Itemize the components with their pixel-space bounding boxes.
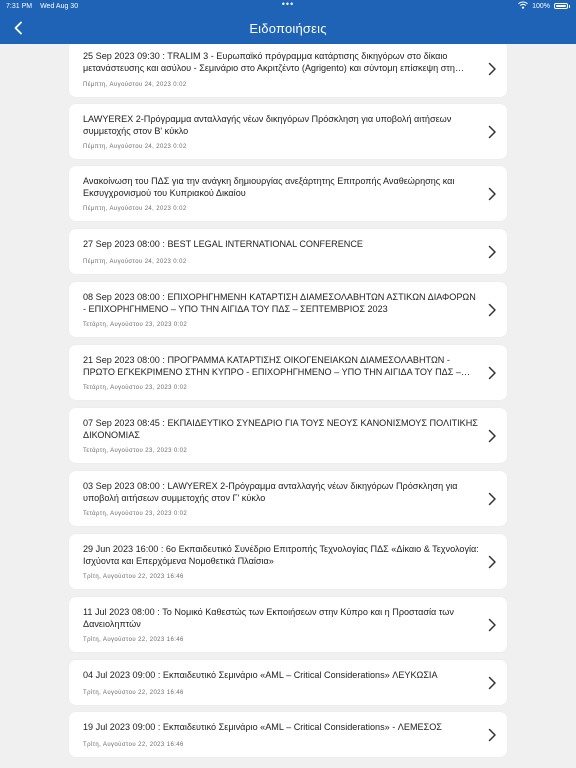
notification-item[interactable]: 25 Sep 2023 09:30 : TRALIM 3 - Ευρωπαϊκό…	[69, 44, 507, 97]
notification-title: 19 Jul 2023 09:00 : Εκπαιδευτικό Σεμινάρ…	[83, 722, 442, 732]
page-title: Ειδοποιήσεις	[249, 20, 327, 36]
wifi-icon	[518, 1, 528, 11]
notification-item[interactable]: Ανακοίνωση του ΠΔΣ για την ανάγκη δημιου…	[69, 166, 507, 221]
multitasking-dots[interactable]: •••	[282, 0, 294, 9]
battery-tip	[569, 4, 570, 8]
notification-date: Πέμπτη, Αυγούστου 24, 2023 0:02	[83, 144, 187, 150]
chevron-right-icon	[488, 429, 496, 442]
notification-date: Τετάρτη, Αυγούστου 23, 2023 0:02	[83, 322, 188, 328]
notification-title: LAWYEREX 2-Πρόγραμμα ανταλλαγής νέων δικ…	[83, 114, 452, 136]
notification-title: Ανακοίνωση του ΠΔΣ για την ανάγκη δημιου…	[83, 176, 455, 198]
notification-title: 11 Jul 2023 08:00 : Το Νομικό Καθεστώς τ…	[83, 607, 454, 629]
chevron-right-icon	[488, 555, 496, 568]
notification-date: Τετάρτη, Αυγούστου 23, 2023 0:02	[83, 448, 188, 454]
notification-item[interactable]: LAWYEREX 2-Πρόγραμμα ανταλλαγής νέων δικ…	[69, 104, 507, 159]
chevron-right-icon	[488, 187, 496, 200]
notification-item[interactable]: 19 Jul 2023 09:00 : Εκπαιδευτικό Σεμινάρ…	[69, 712, 507, 757]
chevron-right-icon	[488, 303, 496, 316]
chevron-right-icon	[488, 492, 496, 505]
status-date: Wed Aug 30	[40, 2, 79, 10]
notification-title: 03 Sep 2023 08:00 : LAWYEREX 2-Πρόγραμμα…	[83, 481, 458, 503]
notification-title: 07 Sep 2023 08:45 : ΕΚΠΑΙΔΕΥΤΙΚΟ ΣΥΝΕΔΡΙ…	[83, 418, 478, 440]
notification-title: 21 Sep 2023 08:00 : ΠΡΟΓΡΑΜΜΑ ΚΑΤΑΡΤΙΣΗΣ…	[83, 355, 461, 377]
notification-item[interactable]: 21 Sep 2023 08:00 : ΠΡΟΓΡΑΜΜΑ ΚΑΤΑΡΤΙΣΗΣ…	[69, 345, 507, 400]
notification-title: 27 Sep 2023 08:00 : BEST LEGAL INTERNATI…	[83, 239, 363, 249]
status-left: 7:31 PM Wed Aug 30	[6, 3, 78, 10]
notifications-list[interactable]: 25 Sep 2023 09:30 : TRALIM 3 - Ευρωπαϊκό…	[0, 44, 576, 768]
notification-date: Πέμπτη, Αυγούστου 24, 2023 0:02	[83, 206, 187, 212]
notification-item[interactable]: 08 Sep 2023 08:00 : ΕΠΙΧΟΡΗΓΗΜΕΝΗ ΚΑΤΑΡΤ…	[69, 282, 507, 337]
notification-title: 25 Sep 2023 09:30 : TRALIM 3 - Ευρωπαϊκό…	[83, 51, 455, 73]
chevron-right-icon	[488, 366, 496, 379]
chevron-right-icon	[488, 245, 496, 258]
notification-item[interactable]: 27 Sep 2023 08:00 : BEST LEGAL INTERNATI…	[69, 229, 507, 274]
back-button[interactable]	[8, 18, 28, 38]
notification-date: Τετάρτη, Αυγούστου 23, 2023 0:02	[83, 511, 188, 517]
status-bar: 7:31 PM Wed Aug 30 ••• 100%	[0, 0, 576, 12]
notification-date: Τρίτη, Αυγούστου 22, 2023 16:46	[83, 574, 184, 580]
chevron-right-icon	[488, 125, 496, 138]
chevron-right-icon	[488, 618, 496, 631]
notification-item[interactable]: 11 Jul 2023 08:00 : Το Νομικό Καθεστώς τ…	[69, 597, 507, 652]
chevron-right-icon	[488, 62, 496, 76]
notification-title: 08 Sep 2023 08:00 : ΕΠΙΧΟΡΗΓΗΜΕΝΗ ΚΑΤΑΡΤ…	[83, 292, 476, 314]
notification-date: Πέμπτη, Αυγούστου 24, 2023 0:02	[83, 259, 187, 265]
notification-item[interactable]: 04 Jul 2023 09:00 : Εκπαιδευτικό Σεμινάρ…	[69, 660, 507, 705]
notification-item[interactable]: 03 Sep 2023 08:00 : LAWYEREX 2-Πρόγραμμα…	[69, 471, 507, 526]
notification-item[interactable]: 07 Sep 2023 08:45 : ΕΚΠΑΙΔΕΥΤΙΚΟ ΣΥΝΕΔΡΙ…	[69, 408, 507, 463]
notification-date: Τρίτη, Αυγούστου 22, 2023 16:46	[83, 637, 184, 643]
notification-date: Τετάρτη, Αυγούστου 23, 2023 0:02	[83, 385, 188, 391]
status-right: 100%	[518, 1, 570, 11]
battery-percent: 100%	[532, 2, 550, 10]
notification-title: 29 Jun 2023 16:00 : 6ο Εκπαιδευτικό Συνέ…	[83, 544, 479, 566]
navigation-bar: Ειδοποιήσεις	[0, 12, 576, 44]
notification-date: Πέμπτη, Αυγούστου 24, 2023 0:02	[83, 82, 187, 88]
chevron-left-icon	[14, 21, 22, 35]
chevron-right-icon	[488, 676, 496, 689]
chevron-right-icon	[488, 728, 496, 741]
notification-date: Τρίτη, Αυγούστου 22, 2023 16:46	[83, 742, 184, 748]
notification-title: 04 Jul 2023 09:00 : Εκπαιδευτικό Σεμινάρ…	[83, 670, 438, 680]
notification-item[interactable]: 29 Jun 2023 16:00 : 6ο Εκπαιδευτικό Συνέ…	[69, 534, 507, 589]
notification-date: Τρίτη, Αυγούστου 22, 2023 16:46	[83, 690, 184, 696]
battery-icon	[554, 3, 568, 9]
status-time: 7:31 PM	[6, 2, 33, 10]
